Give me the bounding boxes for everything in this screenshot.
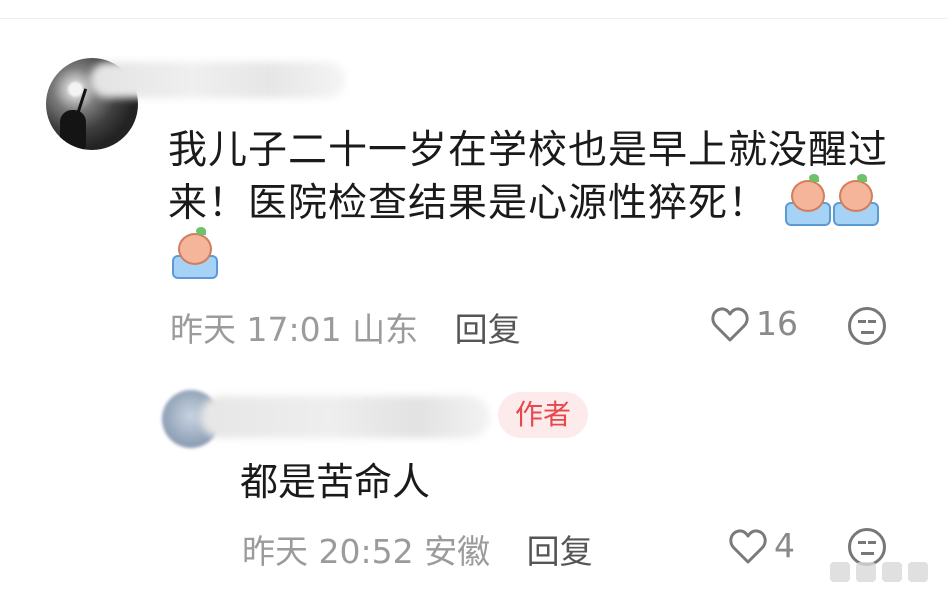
commenter-name-blurred[interactable]: [90, 62, 345, 98]
reply-like-button[interactable]: 4: [728, 526, 795, 566]
reply-time-location: 昨天 20:52 安徽: [242, 532, 491, 571]
author-badge: 作者: [498, 392, 588, 438]
comment-text: 我儿子二十一岁在学校也是早上就没醒过来！医院检查结果是心源性猝死！: [168, 128, 889, 226]
comment-reply-button[interactable]: 回复: [455, 310, 521, 349]
reply-body: 都是苦命人: [240, 460, 431, 504]
watermark: [830, 562, 928, 582]
crying-baby-emoji-icon: [783, 174, 832, 226]
comment-like-count: 16: [756, 304, 798, 343]
crying-baby-emoji-icon: [170, 227, 218, 279]
comment-time-location: 昨天 17:01 山东: [170, 310, 419, 349]
reply-reply-button[interactable]: 回复: [527, 532, 593, 571]
neutral-face-icon[interactable]: [848, 528, 886, 566]
comment-meta: 昨天 17:01 山东 回复: [170, 310, 521, 350]
reply-meta: 昨天 20:52 安徽 回复: [242, 532, 593, 572]
comment-body: 我儿子二十一岁在学校也是早上就没醒过来！医院检查结果是心源性猝死！: [168, 124, 908, 283]
crying-baby-emoji-icon: [831, 174, 880, 226]
neutral-face-icon[interactable]: [848, 307, 886, 345]
reply-like-count: 4: [774, 526, 795, 565]
top-divider: [0, 18, 948, 19]
reply-author-name-blurred[interactable]: [200, 396, 490, 438]
comment-like-button[interactable]: 16: [710, 304, 798, 344]
heart-outline-icon: [711, 307, 749, 342]
heart-outline-icon: [729, 529, 767, 564]
